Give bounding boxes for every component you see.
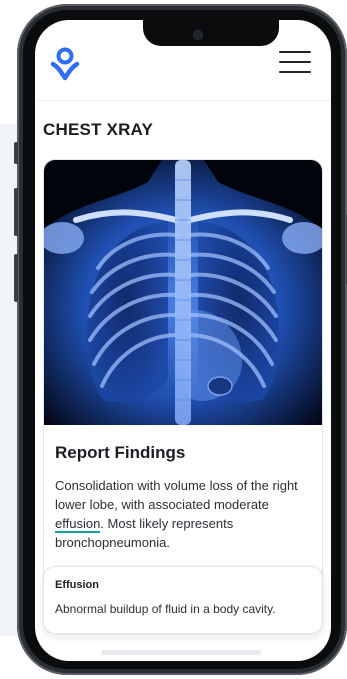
hamburger-menu-icon[interactable] [279,51,313,75]
definition-term: Effusion [55,579,99,591]
home-indicator[interactable] [101,650,261,655]
phone-notch [143,20,279,46]
definition-tooltip: Effusion Abnormal buildup of fluid in a … [43,566,323,634]
report-findings-text: Consolidation with volume loss of the ri… [55,476,317,552]
highlighted-term-effusion[interactable]: effusion [55,516,101,533]
report-card: Report Findings Consolidation with volum… [43,159,323,631]
phone-volume-up-button [14,188,18,236]
page-title: CHEST XRAY [43,120,154,139]
definition-text: Abnormal buildup of fluid in a body cavi… [55,602,276,616]
phone-mute-switch [14,142,18,164]
chest-xray-image[interactable] [44,160,322,425]
front-camera [193,30,203,40]
person-location-pin-icon[interactable] [50,47,80,81]
report-findings-heading: Report Findings [55,443,186,462]
phone-volume-down-button [14,254,18,302]
phone-screen: CHEST XRAY Report Findings Consolidation… [35,20,331,661]
report-text-before: Consolidation with volume loss of the ri… [55,478,298,512]
